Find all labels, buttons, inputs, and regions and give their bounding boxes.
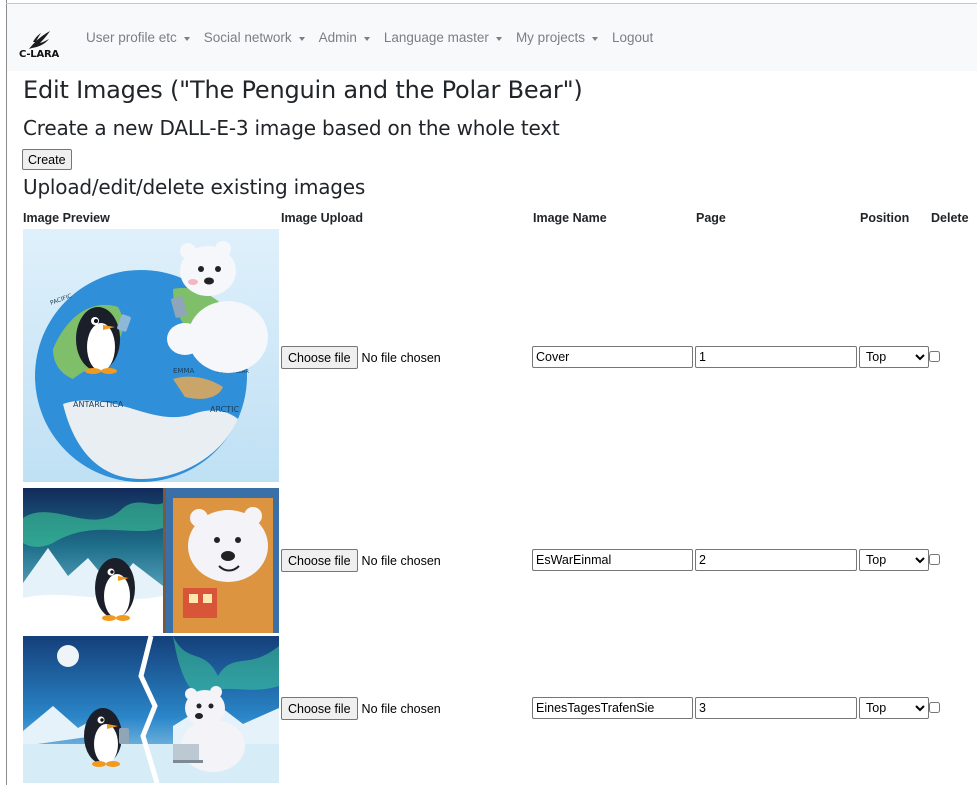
delete-checkbox[interactable] <box>929 351 940 362</box>
create-heading: Create a new DALL-E-3 image based on the… <box>23 116 560 140</box>
col-header-delete: Delete <box>931 211 969 225</box>
main-nav: User profile etc Social network Admin La… <box>86 30 653 45</box>
image-upload-cover: Choose file No file chosen <box>281 346 441 369</box>
nav-label: Language master <box>383 30 489 45</box>
position-select[interactable]: Top <box>859 549 929 571</box>
nav-logout[interactable]: Logout <box>612 30 653 45</box>
image-name-input[interactable] <box>532 346 693 368</box>
map-label-emma: EMMA <box>173 367 195 375</box>
chevron-down-icon <box>363 36 370 41</box>
choose-file-button[interactable]: Choose file <box>281 549 358 572</box>
map-label-antarctica: ANTARCTICA <box>73 400 124 409</box>
col-header-position: Position <box>860 211 910 225</box>
image-preview-eswareinmal <box>23 488 279 633</box>
nav-my-projects[interactable]: My projects <box>516 30 598 45</box>
chevron-down-icon <box>495 36 502 41</box>
image-name-input[interactable] <box>532 697 693 719</box>
window-frame-left <box>6 0 7 785</box>
nav-label: User profile etc <box>86 30 177 45</box>
choose-file-button[interactable]: Choose file <box>281 697 358 720</box>
chevron-down-icon <box>591 36 598 41</box>
nav-language-master[interactable]: Language master <box>384 30 502 45</box>
brand-logo[interactable]: C-LARA <box>18 16 60 60</box>
top-navbar: C-LARA User profile etc Social network A… <box>7 4 977 71</box>
page-title: Edit Images ("The Penguin and the Polar … <box>23 76 583 104</box>
brand-text: C-LARA <box>18 48 60 60</box>
map-label-arctic: ARCTIC <box>210 405 239 414</box>
position-select[interactable]: Top <box>859 346 929 368</box>
nav-label: My projects <box>515 30 585 45</box>
image-name-input[interactable] <box>532 549 693 571</box>
page-number-input[interactable] <box>695 346 857 368</box>
nav-admin[interactable]: Admin <box>319 30 370 45</box>
col-header-page: Page <box>696 211 726 225</box>
nav-user-profile[interactable]: User profile etc <box>86 30 190 45</box>
image-preview-einestagestrafensie <box>23 636 279 783</box>
col-header-preview: Image Preview <box>23 211 110 225</box>
image-upload-einestagestrafensie: Choose file No file chosen <box>281 697 441 720</box>
upload-heading: Upload/edit/delete existing images <box>23 175 366 199</box>
create-button[interactable]: Create <box>22 149 72 170</box>
no-file-text: No file chosen <box>361 553 441 568</box>
col-header-upload: Image Upload <box>281 211 363 225</box>
image-upload-eswareinmal: Choose file No file chosen <box>281 549 441 572</box>
no-file-text: No file chosen <box>361 701 441 716</box>
chevron-down-icon <box>298 36 305 41</box>
delete-checkbox[interactable] <box>929 554 940 565</box>
delete-checkbox[interactable] <box>929 702 940 713</box>
nav-label: Logout <box>611 30 654 45</box>
page-number-input[interactable] <box>695 697 857 719</box>
choose-file-button[interactable]: Choose file <box>281 346 358 369</box>
nav-label: Admin <box>318 30 357 45</box>
clara-bird-icon <box>29 30 50 49</box>
nav-label: Social network <box>203 30 292 45</box>
nav-social-network[interactable]: Social network <box>204 30 305 45</box>
col-header-name: Image Name <box>533 211 607 225</box>
position-select[interactable]: Top <box>859 697 929 719</box>
no-file-text: No file chosen <box>361 350 441 365</box>
image-preview-cover: ANTARCTICA ARCTIC EMMA POLAR BEAR PACIFI… <box>23 229 279 482</box>
page-number-input[interactable] <box>695 549 857 571</box>
chevron-down-icon <box>183 36 190 41</box>
